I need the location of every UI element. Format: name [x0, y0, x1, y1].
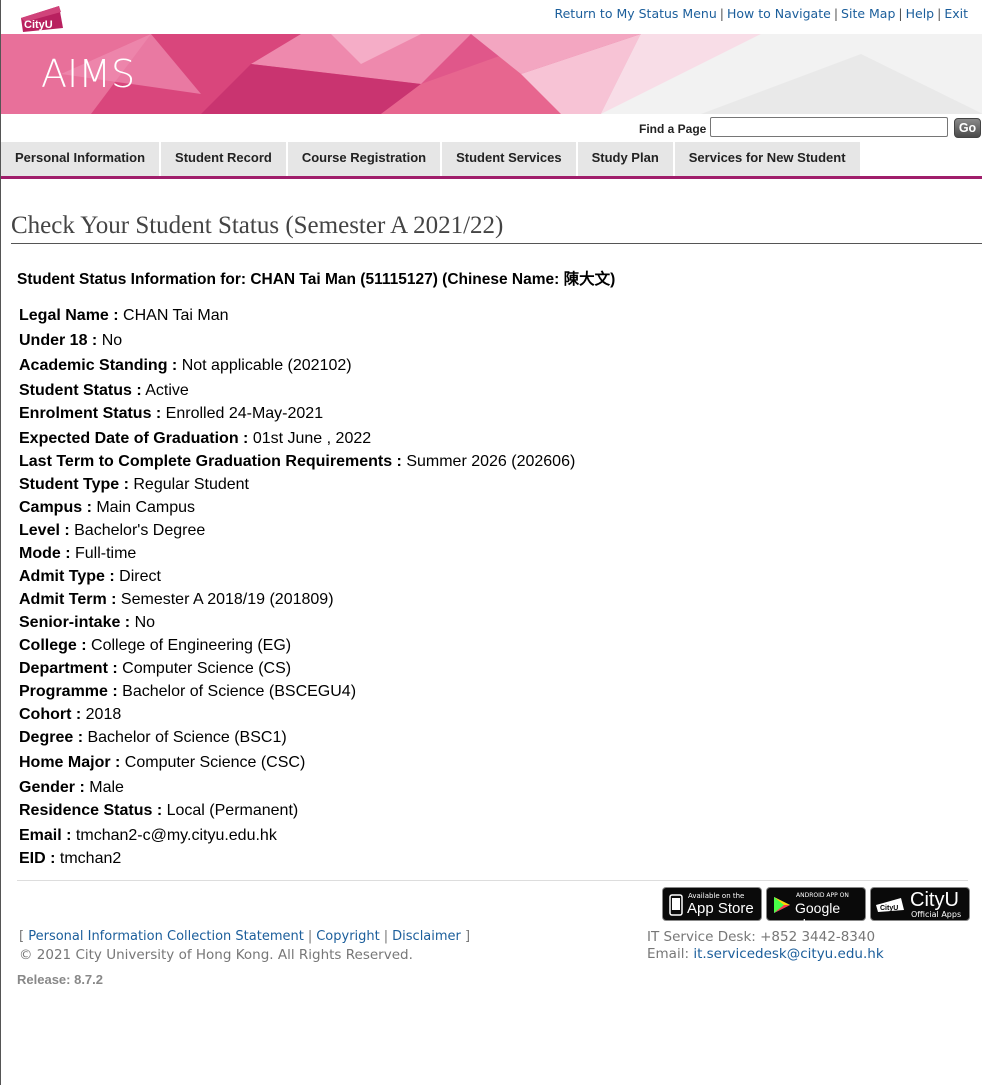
google-play-badge[interactable]: ANDROID APP ON Google play	[766, 887, 866, 932]
cityu-apps-badge[interactable]: CityU CityU Official Apps	[870, 887, 970, 921]
service-desk-email-link[interactable]: it.servicedesk@cityu.edu.hk	[693, 946, 883, 962]
nav-course-registration[interactable]: Course Registration	[287, 142, 441, 176]
field-enrolment-status: Enrolment Status : Enrolled 24-May-2021	[19, 405, 324, 422]
field-student-status: Student Status : Active	[19, 382, 189, 399]
help-link[interactable]: Help	[906, 6, 935, 21]
nav-study-plan[interactable]: Study Plan	[577, 142, 673, 176]
field-department: Department : Computer Science (CS)	[19, 660, 292, 677]
field-last-term: Last Term to Complete Graduation Require…	[19, 453, 576, 470]
aims-banner: AIMS	[1, 34, 982, 114]
field-residence-status: Residence Status : Local (Permanent)	[19, 802, 299, 819]
site-map-link[interactable]: Site Map	[841, 6, 895, 21]
field-admit-term: Admit Term : Semester A 2018/19 (201809)	[19, 591, 334, 608]
pics-link[interactable]: Personal Information Collection Statemen…	[28, 929, 304, 944]
release-version: Release: 8.7.2	[17, 972, 104, 987]
title-divider	[11, 243, 982, 244]
return-status-menu-link[interactable]: Return to My Status Menu	[554, 6, 716, 21]
logo-text: CityU	[24, 19, 53, 31]
top-links: Return to My Status Menu | How to Navigate…	[554, 6, 968, 21]
main-nav: Personal Information Student Record Cour…	[1, 142, 982, 179]
field-under-18: Under 18 : No	[19, 332, 123, 349]
it-service-desk: IT Service Desk: +852 3442-8340	[647, 929, 876, 945]
field-eid: EID : tmchan2	[19, 850, 122, 867]
app-store-badge[interactable]: Available on the App Store	[662, 887, 762, 921]
field-degree: Degree : Bachelor of Science (BSC1)	[19, 729, 287, 746]
field-programme: Programme : Bachelor of Science (BSCEGU4…	[19, 683, 357, 700]
field-expected-graduation: Expected Date of Graduation : 01st June …	[19, 430, 372, 447]
find-page-input[interactable]	[710, 117, 948, 137]
field-mode: Mode : Full-time	[19, 545, 137, 562]
how-to-navigate-link[interactable]: How to Navigate	[727, 6, 831, 21]
find-page-bar: Find a Page Go	[1, 114, 982, 142]
disclaimer-link[interactable]: Disclaimer	[392, 929, 461, 944]
field-student-type: Student Type : Regular Student	[19, 476, 249, 493]
find-page-label: Find a Page	[639, 122, 707, 136]
field-academic-standing: Academic Standing : Not applicable (2021…	[19, 357, 352, 374]
field-gender: Gender : Male	[19, 779, 124, 796]
student-info-heading: Student Status Information for: CHAN Tai…	[17, 271, 616, 288]
field-cohort: Cohort : 2018	[19, 706, 122, 723]
field-email: Email : tmchan2-c@my.cityu.edu.hk	[19, 827, 277, 844]
nav-services-new-student[interactable]: Services for New Student	[674, 142, 860, 176]
field-college: College : College of Engineering (EG)	[19, 637, 292, 654]
cityu-logo[interactable]: CityU	[17, 4, 65, 32]
nav-student-services[interactable]: Student Services	[442, 142, 576, 176]
svg-text:CityU: CityU	[880, 905, 898, 912]
copyright-link[interactable]: Copyright	[316, 929, 380, 944]
field-legal-name: Legal Name : CHAN Tai Man	[19, 307, 229, 324]
footer-links: [ Personal Information Collection Statem…	[19, 929, 471, 944]
nav-personal-information[interactable]: Personal Information	[1, 142, 160, 176]
field-senior-intake: Senior-intake : No	[19, 614, 156, 631]
field-campus: Campus : Main Campus	[19, 499, 196, 516]
cityu-small-logo: CityU	[876, 898, 904, 912]
phone-icon	[669, 894, 683, 916]
copyright-text: © 2021 City University of Hong Kong. All…	[19, 947, 413, 963]
top-bar: CityU Return to My Status Menu | How to Na…	[1, 0, 982, 34]
play-icon	[774, 897, 790, 913]
go-button[interactable]: Go	[954, 118, 981, 138]
footer-divider	[17, 880, 968, 881]
field-admit-type: Admit Type : Direct	[19, 568, 161, 585]
nav-student-record[interactable]: Student Record	[161, 142, 286, 176]
field-level: Level : Bachelor's Degree	[19, 522, 206, 539]
banner-title: AIMS	[41, 52, 136, 96]
field-home-major: Home Major : Computer Science (CSC)	[19, 754, 306, 771]
exit-link[interactable]: Exit	[944, 6, 968, 21]
service-desk-email: Email: it.servicedesk@cityu.edu.hk	[647, 946, 884, 962]
page-title: Check Your Student Status (Semester A 20…	[11, 212, 504, 239]
